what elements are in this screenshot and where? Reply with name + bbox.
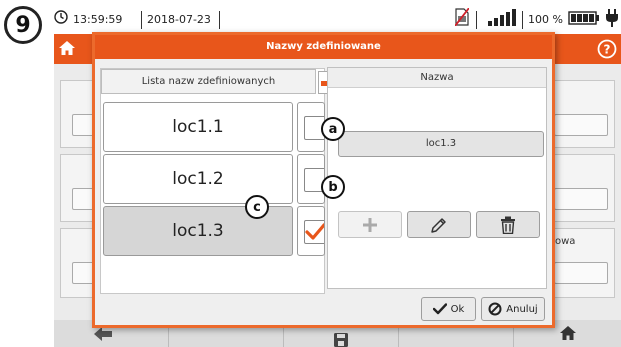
help-icon[interactable]: ? xyxy=(597,39,617,63)
signal-icon xyxy=(488,8,518,29)
checkbox-loc1-2[interactable] xyxy=(297,154,325,204)
status-separator xyxy=(522,11,523,29)
status-date: 2018-07-23 xyxy=(147,13,211,26)
names-list-header: Lista nazw zdefiniowanych xyxy=(101,69,316,94)
cancel-button[interactable]: Anuluj xyxy=(481,297,545,321)
callout-c: c xyxy=(245,195,269,219)
dialog-title: Nazwy zdefiniowane xyxy=(95,35,552,59)
status-bar: 13:59:59 2018-07-23 100 % xyxy=(54,7,621,32)
step-marker: 9 xyxy=(4,6,42,44)
status-separator xyxy=(141,11,142,29)
trash-icon xyxy=(501,216,515,234)
app-field[interactable] xyxy=(554,114,608,136)
name-panel-header: Nazwa xyxy=(328,68,546,88)
screen: 9 13:59:59 2018-07-23 100 % ? owa Nazwy … xyxy=(0,0,621,347)
delete-name-button[interactable] xyxy=(476,211,540,238)
plus-icon xyxy=(363,217,377,232)
status-separator xyxy=(219,11,220,29)
home-icon[interactable] xyxy=(58,40,76,60)
battery-icon xyxy=(568,11,600,28)
names-list-panel: Lista nazw zdefiniowanych loc1.1 loc1.2 … xyxy=(100,68,335,294)
cancel-icon xyxy=(488,302,502,316)
check-icon xyxy=(432,303,447,315)
list-item-loc1-2[interactable]: loc1.2 xyxy=(103,154,293,204)
callout-a: a xyxy=(321,117,345,141)
app-field[interactable] xyxy=(554,188,608,210)
list-item-loc1-1[interactable]: loc1.1 xyxy=(103,102,293,152)
battery-percent: 100 % xyxy=(528,13,563,26)
pencil-icon xyxy=(431,217,446,233)
svg-text:?: ? xyxy=(604,43,611,57)
clock-icon xyxy=(54,10,68,27)
plug-icon xyxy=(606,9,618,30)
app-field[interactable] xyxy=(554,262,608,284)
name-edit-panel: Nazwa loc1.3 xyxy=(327,67,547,289)
check-icon xyxy=(305,223,324,240)
add-name-button[interactable] xyxy=(338,211,402,238)
sim-icon xyxy=(454,7,470,29)
back-arrow-icon xyxy=(94,326,112,345)
callout-b: b xyxy=(321,175,345,199)
checkbox-loc1-3[interactable] xyxy=(297,206,325,256)
home-icon xyxy=(559,325,577,345)
name-field[interactable]: loc1.3 xyxy=(338,131,544,157)
edit-name-button[interactable] xyxy=(407,211,471,238)
cancel-label: Anuluj xyxy=(506,303,538,315)
status-time: 13:59:59 xyxy=(73,13,123,26)
ok-label: Ok xyxy=(450,303,465,315)
save-icon xyxy=(334,332,348,347)
status-separator xyxy=(476,11,477,29)
ok-button[interactable]: Ok xyxy=(421,297,476,321)
app-section-label: owa xyxy=(555,236,576,247)
